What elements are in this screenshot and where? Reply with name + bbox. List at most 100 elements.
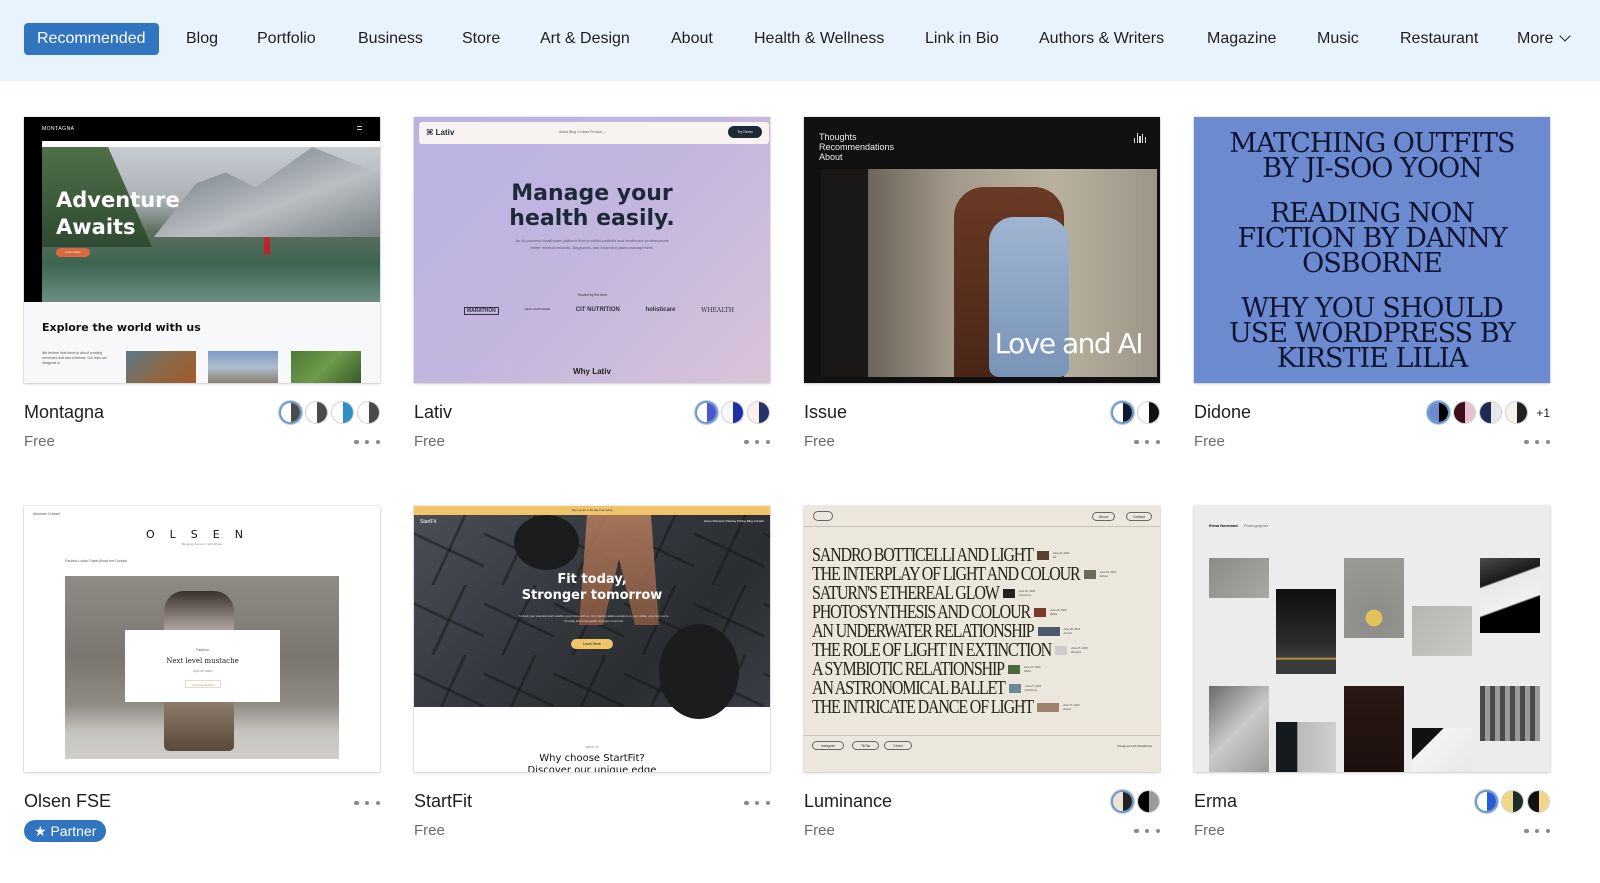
style-variation-swatch[interactable] [1527, 790, 1550, 813]
preview-side-bar [24, 141, 42, 302]
more-options-button[interactable] [354, 435, 380, 449]
dot-icon [1534, 828, 1540, 834]
nav-portfolio[interactable]: Portfolio [257, 23, 316, 55]
preview-photo [1209, 686, 1269, 772]
theme-name[interactable]: Olsen FSE [24, 791, 111, 812]
theme-name[interactable]: StartFit [414, 791, 472, 812]
more-options-button[interactable] [354, 796, 380, 810]
nav-more[interactable]: More [1517, 23, 1572, 55]
nav-store[interactable]: Store [462, 23, 500, 55]
preview-post-thumbnail [1036, 551, 1049, 560]
theme-preview-startfit[interactable]: Sign up for a 30-day trial today StartFi… [414, 506, 770, 772]
nav-health-wellness[interactable]: Health & Wellness [754, 23, 884, 55]
preview-post-thumbnail [1055, 646, 1068, 655]
category-nav: Recommended Blog Portfolio Business Stor… [0, 0, 1600, 81]
preview-name: Erma Normand [1209, 523, 1238, 528]
preview-post-list: SANDRO BOTTICELLI AND LIGHT June 29, 2023… [812, 545, 1138, 718]
chevron-down-icon [1559, 30, 1572, 42]
more-variations-count[interactable]: +1 [1536, 406, 1550, 420]
style-variation-swatch[interactable] [747, 401, 770, 424]
preview-post-row: THE ROLE OF LIGHT IN EXTINCTION June 27, … [812, 640, 1138, 661]
style-variation-swatch[interactable] [1505, 401, 1529, 424]
style-variation-swatch[interactable] [1111, 401, 1134, 424]
dot-icon [754, 800, 760, 806]
theme-preview-issue[interactable]: Thoughts Recommendations About Love and AI [804, 117, 1160, 383]
theme-name[interactable]: Issue [804, 402, 847, 423]
preview-button: Learn More [56, 248, 90, 257]
preview-category: Fashion [196, 648, 209, 652]
brand-logo: WHEALTH [701, 307, 734, 314]
nav-about[interactable]: About [671, 23, 713, 55]
style-variation-swatch[interactable] [1479, 401, 1503, 424]
more-options-button[interactable] [1134, 435, 1160, 449]
nav-authors-writers[interactable]: Authors & Writers [1039, 23, 1164, 55]
preview-body: Unlock your potential and redefine your … [519, 614, 669, 623]
nav-restaurant[interactable]: Restaurant [1400, 23, 1478, 55]
preview-logo: StartFit [420, 519, 437, 525]
more-options-button[interactable] [1524, 435, 1550, 449]
preview-headline: Manage your health easily. [509, 181, 675, 231]
theme-preview-olsen-fse[interactable]: Aboutme Contact OLSEN Blogging theme for… [24, 506, 380, 772]
preview-post-meta: June 29, 2023 Art [1052, 552, 1070, 559]
style-variation-swatch[interactable] [357, 401, 380, 424]
preview-post-row: A SYMBIOTIC RELATIONSHIP June 27, 2023 Pla… [812, 659, 1138, 680]
style-variation-swatch[interactable] [279, 401, 302, 424]
theme-preview-luminance[interactable]: About Contact SANDRO BOTTICELLI AND LIGH… [804, 506, 1160, 772]
style-variation-swatch[interactable] [305, 401, 328, 424]
preview-post-thumbnail [1037, 627, 1060, 636]
theme-name[interactable]: Lativ [414, 402, 452, 423]
preview-nav: Thoughts Recommendations About [819, 132, 895, 162]
preview-footer: Why Lativ [573, 367, 611, 376]
nav-recommended[interactable]: Recommended [24, 23, 159, 55]
divider [804, 735, 1160, 736]
theme-name[interactable]: Luminance [804, 791, 892, 812]
dot-icon [364, 439, 370, 445]
dot-icon [375, 439, 380, 445]
style-variation-swatch[interactable] [1137, 401, 1160, 424]
brand-logo: CIT NUTRITION [575, 307, 620, 313]
more-options-button[interactable] [744, 435, 770, 449]
style-variation-swatch[interactable] [1111, 790, 1134, 813]
preview-body: An AI-powered healthcare platform that p… [515, 238, 669, 250]
nav-link-in-bio[interactable]: Link in Bio [925, 23, 999, 55]
style-variation-swatch[interactable] [695, 401, 718, 424]
style-variation-swatch[interactable] [331, 401, 354, 424]
preview-photo [1209, 558, 1269, 598]
preview-post-meta: June 27, 2023 Animal [1063, 704, 1080, 711]
nav-business[interactable]: Business [358, 23, 423, 55]
theme-preview-montagna[interactable]: MONTAGNA Adventure Awaits Learn More Expl… [24, 117, 380, 383]
theme-name[interactable]: Didone [1194, 402, 1251, 423]
style-variation-swatch[interactable] [1453, 401, 1477, 424]
style-variations [1111, 790, 1160, 813]
preview-nav-link: About [1091, 512, 1115, 521]
style-variation-swatch[interactable] [1427, 401, 1451, 424]
more-options-button[interactable] [1134, 824, 1160, 838]
style-variation-swatch[interactable] [1501, 790, 1524, 813]
preview-photo [1480, 686, 1540, 741]
nav-music[interactable]: Music [1317, 23, 1359, 55]
nav-magazine[interactable]: Magazine [1207, 23, 1276, 55]
dot-icon [1134, 828, 1139, 834]
preview-button: Try Demo [728, 126, 762, 138]
style-variation-swatch[interactable] [1137, 790, 1160, 813]
preview-post-thumbnail [1033, 608, 1046, 617]
brand-logo: holisticare [645, 307, 676, 313]
more-options-button[interactable] [1524, 824, 1550, 838]
preview-logo: OLSEN [146, 528, 258, 541]
preview-photo [1344, 686, 1404, 772]
nav-blog[interactable]: Blog [186, 23, 218, 55]
theme-name[interactable]: Montagna [24, 402, 104, 423]
preview-trusted: Trusted by the best [577, 293, 607, 297]
preview-date: April 25, 2023 [193, 669, 212, 673]
theme-preview-didone[interactable]: MATCHING OUTFITS BY JI-SOO YOON READING … [1194, 117, 1550, 383]
dot-icon [1545, 439, 1550, 445]
nav-art-design[interactable]: Art & Design [540, 23, 630, 55]
style-variation-swatch[interactable] [721, 401, 744, 424]
theme-preview-erma[interactable]: Erma Normand Photographer [1194, 506, 1550, 772]
style-variation-swatch[interactable] [1475, 790, 1498, 813]
theme-name[interactable]: Erma [1194, 791, 1237, 812]
partner-badge: ★ Partner [24, 820, 107, 842]
more-options-button[interactable] [744, 796, 770, 810]
preview-post-meta: June 27, 2023 Plants [1023, 666, 1041, 673]
theme-preview-lativ[interactable]: ⌘ Lativ About Blog Contact Product ⌄ Try… [414, 117, 770, 383]
